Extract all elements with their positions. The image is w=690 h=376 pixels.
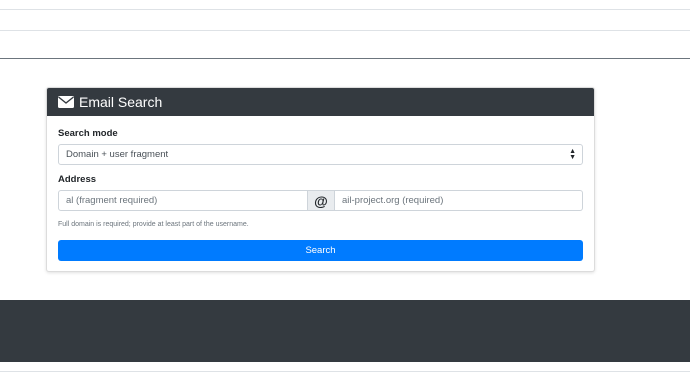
card-header: Email Search [47, 88, 594, 116]
footer [0, 300, 690, 362]
search-mode-label: Search mode [58, 128, 118, 139]
user-fragment-placeholder: al (fragment required) [66, 195, 158, 206]
top-divider-1 [0, 9, 690, 10]
domain-input[interactable]: ail-project.org (required) [335, 190, 583, 211]
top-divider-2 [0, 30, 690, 31]
navbar-bottom-border [0, 58, 690, 59]
card-title: Email Search [79, 94, 163, 110]
search-mode-select[interactable]: Domain + user fragment ▲ ▼ [58, 144, 583, 165]
help-text: Full domain is required; provide at leas… [58, 221, 249, 228]
bottom-divider [0, 371, 690, 372]
domain-placeholder: ail-project.org (required) [342, 195, 444, 206]
select-caret-icon: ▲ ▼ [569, 148, 576, 161]
address-input-group: al (fragment required) @ ail-project.org… [58, 190, 583, 211]
search-button[interactable]: Search [58, 240, 583, 261]
email-search-card: Email Search Search mode Domain + user f… [46, 87, 595, 272]
envelope-icon [58, 96, 74, 108]
address-label: Address [58, 174, 97, 185]
user-fragment-input[interactable]: al (fragment required) [58, 190, 308, 211]
at-sign-icon: @ [308, 190, 335, 211]
search-mode-value: Domain + user fragment [66, 149, 169, 160]
